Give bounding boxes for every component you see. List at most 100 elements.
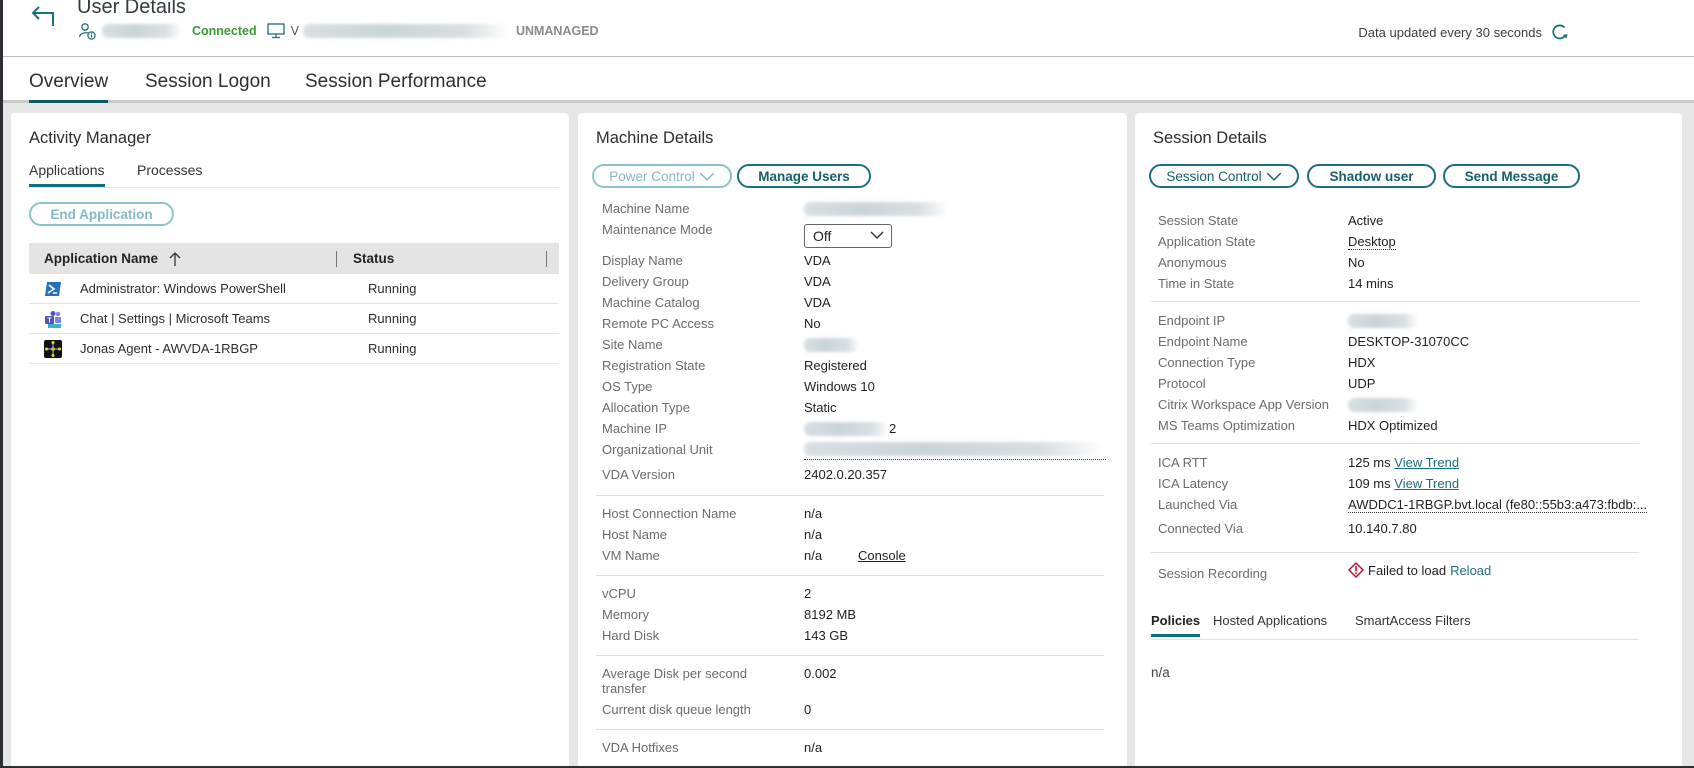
site-name-redacted [804,338,859,352]
page-header: User Details Connected V UNMANAGED Data … [3,0,1694,57]
user-summary: Connected V UNMANAGED [78,21,599,41]
label-workspace-version: Citrix Workspace App Version [1158,397,1329,412]
value-vda-hotfixes: n/a [804,740,823,755]
refresh-icon[interactable] [1550,22,1570,42]
sort-ascending-icon[interactable] [168,251,182,267]
label-anonymous: Anonymous [1158,255,1227,270]
label-endpoint-ip: Endpoint IP [1158,313,1226,328]
label-protocol: Protocol [1158,376,1206,391]
label-delivery-group: Delivery Group [602,274,689,289]
subtab-processes[interactable]: Processes [137,162,202,184]
tab-smartaccess-filters[interactable]: SmartAccess Filters [1355,613,1471,634]
machine-properties: Machine Name Maintenance Mode Off Displa… [596,201,1112,761]
value-machine-ip-suffix: 2 [889,421,897,436]
label-allocation-type: Allocation Type [602,400,690,415]
user-name-redacted [102,24,182,38]
label-launched-via: Launched Via [1158,497,1238,512]
tab-session-logon[interactable]: Session Logon [145,71,271,93]
value-launched-via[interactable]: AWDDC1-1RBGP.bvt.local (fe80::55b3:a473:… [1348,497,1648,513]
label-connection-type: Connection Type [1158,355,1256,370]
label-remote-pc-access: Remote PC Access [602,316,714,331]
label-vcpu: vCPU [602,586,636,601]
section-divider [1151,552,1639,553]
session-details-title: Session Details [1153,129,1267,147]
column-application-name[interactable]: Application Name [29,243,337,274]
organizational-unit-underline [804,459,1106,460]
monitor-icon [266,23,285,39]
table-row[interactable]: T Chat | Settings | Microsoft Teams Runn… [29,304,559,334]
end-application-button[interactable]: End Application [29,202,174,226]
machine-name-redacted [804,202,949,216]
activity-subtabs: Applications Processes [29,162,559,188]
label-host-connection-name: Host Connection Name [602,506,737,521]
label-time-in-state: Time in State [1158,276,1235,291]
label-organizational-unit: Organizational Unit [602,442,713,457]
table-row[interactable]: Jonas Agent - AWVDA-1RBGP Running [29,334,559,364]
app-status: Running [368,341,417,356]
machine-name-redacted [302,24,508,38]
session-properties: Session State Active Application State D… [1151,213,1668,543]
session-recording-row: Session Recording Failed to load Reload [1158,562,1668,586]
organizational-unit-redacted [804,442,1104,456]
table-header: Application Name Status [29,243,559,274]
label-disk-queue: Current disk queue length [602,702,751,717]
label-session-state: Session State [1158,213,1239,228]
reload-link[interactable]: Reload [1450,563,1491,578]
workspace-version-redacted [1348,398,1418,412]
ica-latency-view-trend-link[interactable]: View Trend [1394,476,1459,491]
label-teams-optimization: MS Teams Optimization [1158,418,1296,433]
value-delivery-group: VDA [804,274,831,289]
session-bottom-tabs: Policies Hosted Applications SmartAccess… [1151,613,1639,640]
value-vcpu: 2 [804,586,812,601]
value-application-state[interactable]: Desktop [1348,234,1396,250]
chevron-down-icon [1266,172,1281,181]
value-time-in-state: 14 mins [1348,276,1394,291]
send-message-button[interactable]: Send Message [1443,164,1580,188]
label-display-name: Display Name [602,253,683,268]
tab-policies[interactable]: Policies [1151,613,1201,637]
back-arrow-icon[interactable] [29,4,59,30]
console-link[interactable]: Console [858,548,906,563]
table-row[interactable]: Administrator: Windows PowerShell Runnin… [29,274,559,304]
value-session-recording: Failed to load Reload [1348,562,1491,578]
label-site-name: Site Name [602,337,663,352]
value-allocation-type: Static [804,400,837,415]
section-divider [596,729,1104,730]
label-connected-via: Connected Via [1158,521,1244,536]
manage-users-button[interactable]: Manage Users [737,164,871,188]
recording-status: Failed to load [1368,562,1447,578]
tab-overview[interactable]: Overview [29,71,109,103]
value-protocol: UDP [1348,376,1376,391]
maintenance-mode-select[interactable]: Off [804,224,892,248]
main-tabs: Overview Session Logon Session Performan… [3,57,1694,103]
activity-manager-title: Activity Manager [29,129,151,147]
label-average-disk: Average Disk per second [602,666,748,681]
value-ica-rtt: 125 ms View Trend [1348,455,1460,470]
column-separator[interactable] [546,251,547,267]
activity-manager-panel: Activity Manager Applications Processes … [11,113,569,766]
session-details-panel: Session Details Session Control Shadow u… [1135,113,1682,766]
value-os-type: Windows 10 [804,379,875,394]
label-vda-version: VDA Version [602,467,675,482]
value-ica-latency: 109 ms View Trend [1348,476,1460,491]
column-status[interactable]: Status [337,243,547,274]
value-vda-version: 2402.0.20.357 [804,467,888,482]
svg-text:T: T [47,317,52,324]
power-control-button[interactable]: Power Control [592,164,732,188]
connection-status: Connected [192,24,257,38]
section-divider [596,495,1104,496]
session-control-button[interactable]: Session Control [1149,164,1299,188]
subtab-applications[interactable]: Applications [29,162,105,187]
tab-hosted-applications[interactable]: Hosted Applications [1213,613,1327,634]
policies-content: n/a [1151,665,1170,680]
value-host-connection-name: n/a [804,506,823,521]
label-ica-latency: ICA Latency [1158,476,1229,491]
tab-session-performance[interactable]: Session Performance [305,71,487,93]
label-application-state: Application State [1158,234,1256,249]
ica-rtt-view-trend-link[interactable]: View Trend [1394,455,1459,470]
shadow-user-button[interactable]: Shadow user [1307,164,1436,188]
value-session-state: Active [1348,213,1384,228]
label-maintenance-mode: Maintenance Mode [602,222,713,237]
value-connection-type: HDX [1348,355,1376,370]
value-teams-optimization: HDX Optimized [1348,418,1438,433]
